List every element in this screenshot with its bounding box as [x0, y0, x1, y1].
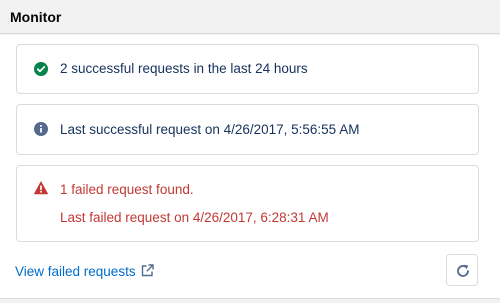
external-link-icon[interactable] [141, 264, 154, 277]
failure-status-card: 1 failed request found. Last failed requ… [16, 165, 479, 242]
last-success-card: Last successful request on 4/26/2017, 5:… [16, 104, 479, 155]
info-icon [34, 122, 48, 136]
success-check-icon [34, 62, 48, 76]
success-status-text: 2 successful requests in the last 24 hou… [60, 61, 308, 76]
last-failure-text: Last failed request on 4/26/2017, 6:28:3… [60, 210, 329, 225]
panel-bottom-border [0, 298, 500, 303]
warning-icon [34, 181, 48, 195]
last-success-text: Last successful request on 4/26/2017, 5:… [60, 122, 360, 137]
panel-header: Monitor [0, 0, 500, 34]
view-failed-requests-link[interactable]: View failed requests [15, 264, 136, 279]
refresh-button[interactable] [446, 254, 478, 286]
refresh-icon [457, 264, 469, 277]
success-status-card: 2 successful requests in the last 24 hou… [16, 44, 479, 94]
panel-title: Monitor [10, 9, 62, 25]
failure-count-text: 1 failed request found. [60, 182, 194, 197]
